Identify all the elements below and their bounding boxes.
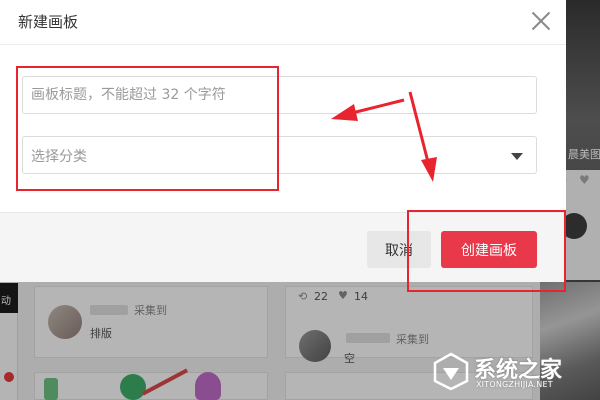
chevron-down-icon xyxy=(511,153,523,160)
annotation-box-create xyxy=(407,210,566,292)
annotation-box-inputs xyxy=(16,66,279,191)
dialog-header: 新建画板 xyxy=(0,0,566,45)
watermark-url: XITONGZHIJIA.NET xyxy=(476,380,553,389)
close-icon[interactable] xyxy=(528,8,554,34)
dialog-title: 新建画板 xyxy=(18,13,79,31)
watermark-logo-icon xyxy=(433,352,469,390)
site-watermark: 系统之家 XITONGZHIJIA.NET xyxy=(432,350,598,396)
